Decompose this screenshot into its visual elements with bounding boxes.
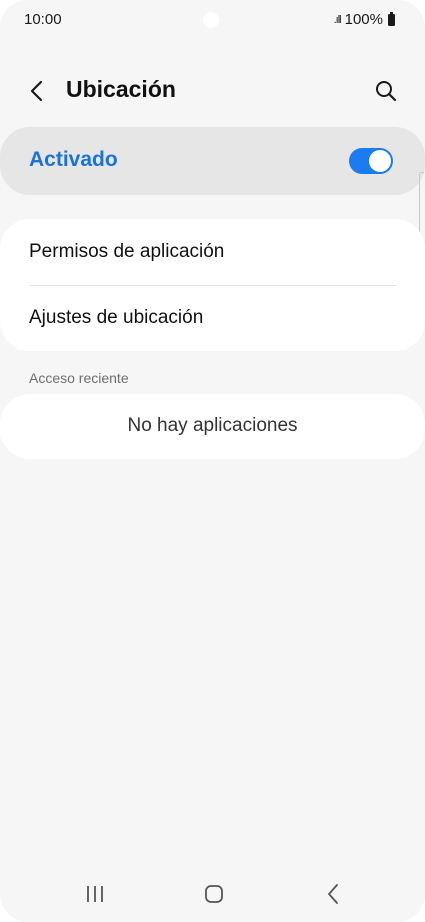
battery-icon xyxy=(388,11,395,26)
master-toggle-label: Activado xyxy=(29,148,118,171)
recents-icon xyxy=(87,886,103,902)
nav-back-button[interactable] xyxy=(313,876,353,912)
options-card: Permisos de aplicación Ajustes de ubicac… xyxy=(0,219,425,351)
status-time: 10:00 xyxy=(24,11,62,28)
home-button[interactable] xyxy=(194,876,234,912)
no-apps-text: No hay aplicaciones xyxy=(127,415,298,436)
location-master-toggle[interactable]: Activado xyxy=(0,127,425,195)
option-location-settings[interactable]: Ajustes de ubicación xyxy=(0,285,425,351)
recent-access-header: Acceso reciente xyxy=(29,370,129,386)
search-button[interactable] xyxy=(369,74,403,108)
front-camera xyxy=(203,12,219,28)
phone-screen: 10:00 .ıll 100% Ubicación Activado Permi… xyxy=(0,0,425,922)
nav-back-icon xyxy=(328,884,338,904)
search-icon xyxy=(376,81,397,102)
switch-knob xyxy=(368,149,392,173)
home-icon xyxy=(205,885,223,903)
option-label: Permisos de aplicación xyxy=(29,241,225,262)
battery-level: 100% xyxy=(344,11,383,28)
app-header: Ubicación xyxy=(0,62,425,118)
back-button[interactable] xyxy=(20,74,54,108)
option-app-permissions[interactable]: Permisos de aplicación xyxy=(0,219,425,285)
back-arrow-icon xyxy=(30,80,43,102)
location-switch[interactable] xyxy=(349,148,393,174)
status-bar: 10:00 .ıll 100% xyxy=(0,0,425,40)
navigation-bar xyxy=(0,866,425,922)
recents-button[interactable] xyxy=(75,876,115,912)
option-label: Ajustes de ubicación xyxy=(29,307,204,328)
status-indicators: .ıll 100% xyxy=(334,11,395,28)
page-title: Ubicación xyxy=(66,76,176,102)
signal-icon: .ıll xyxy=(333,13,342,26)
recent-access-card: No hay aplicaciones xyxy=(0,394,425,459)
